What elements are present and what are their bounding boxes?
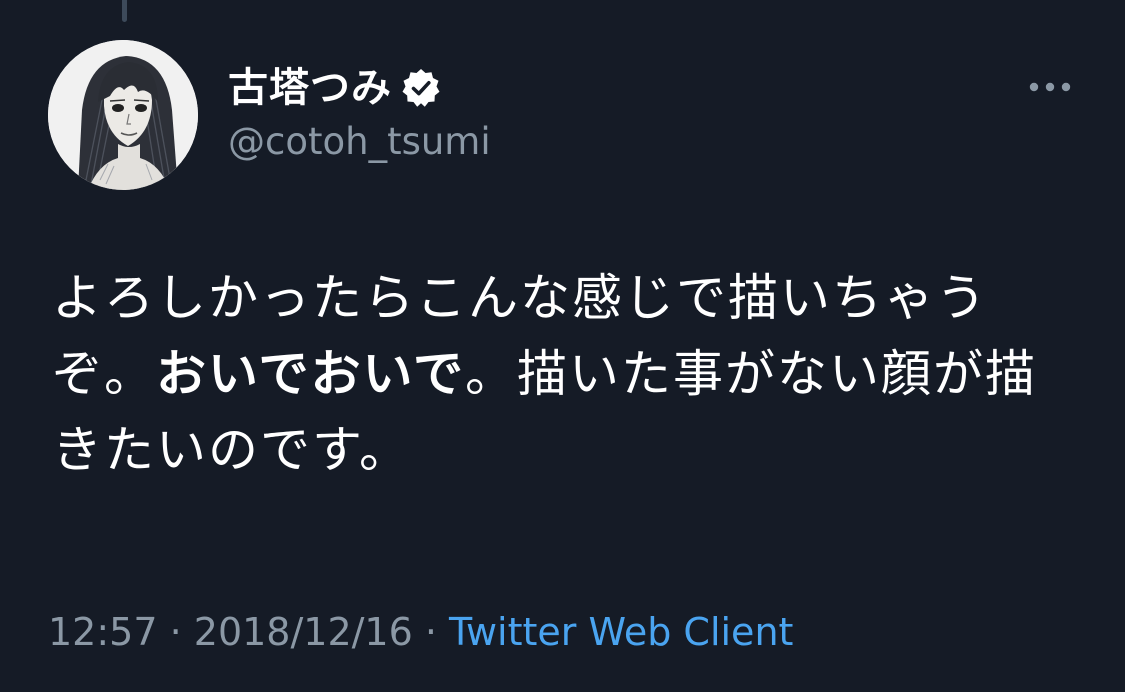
tweet-date[interactable]: 2018/12/16 <box>194 610 413 654</box>
avatar[interactable] <box>48 40 198 190</box>
source-client-link[interactable]: Twitter Web Client <box>449 610 793 654</box>
tweet-metadata: 12:57 · 2018/12/16 · Twitter Web Client <box>48 606 793 658</box>
more-options-button[interactable] <box>1022 70 1078 104</box>
author-display-name[interactable]: 古塔つみ <box>228 62 392 114</box>
author-handle[interactable]: @cotoh_tsumi <box>228 118 491 166</box>
meta-separator: · <box>157 610 194 654</box>
more-options-icon <box>1029 82 1071 92</box>
meta-separator: · <box>412 610 450 654</box>
thread-connector-line <box>122 0 127 22</box>
author-name-row[interactable]: 古塔つみ <box>228 62 442 114</box>
verified-badge-icon <box>400 67 442 109</box>
tweet-time[interactable]: 12:57 <box>48 610 158 654</box>
tweet-text-bold: おいでおいで <box>156 345 465 403</box>
avatar-illustration <box>48 40 198 190</box>
tweet-text: よろしかったらこんな感じで描いちゃうぞ。おいでおいで。描いた事がない顔が描きたい… <box>52 260 1072 488</box>
